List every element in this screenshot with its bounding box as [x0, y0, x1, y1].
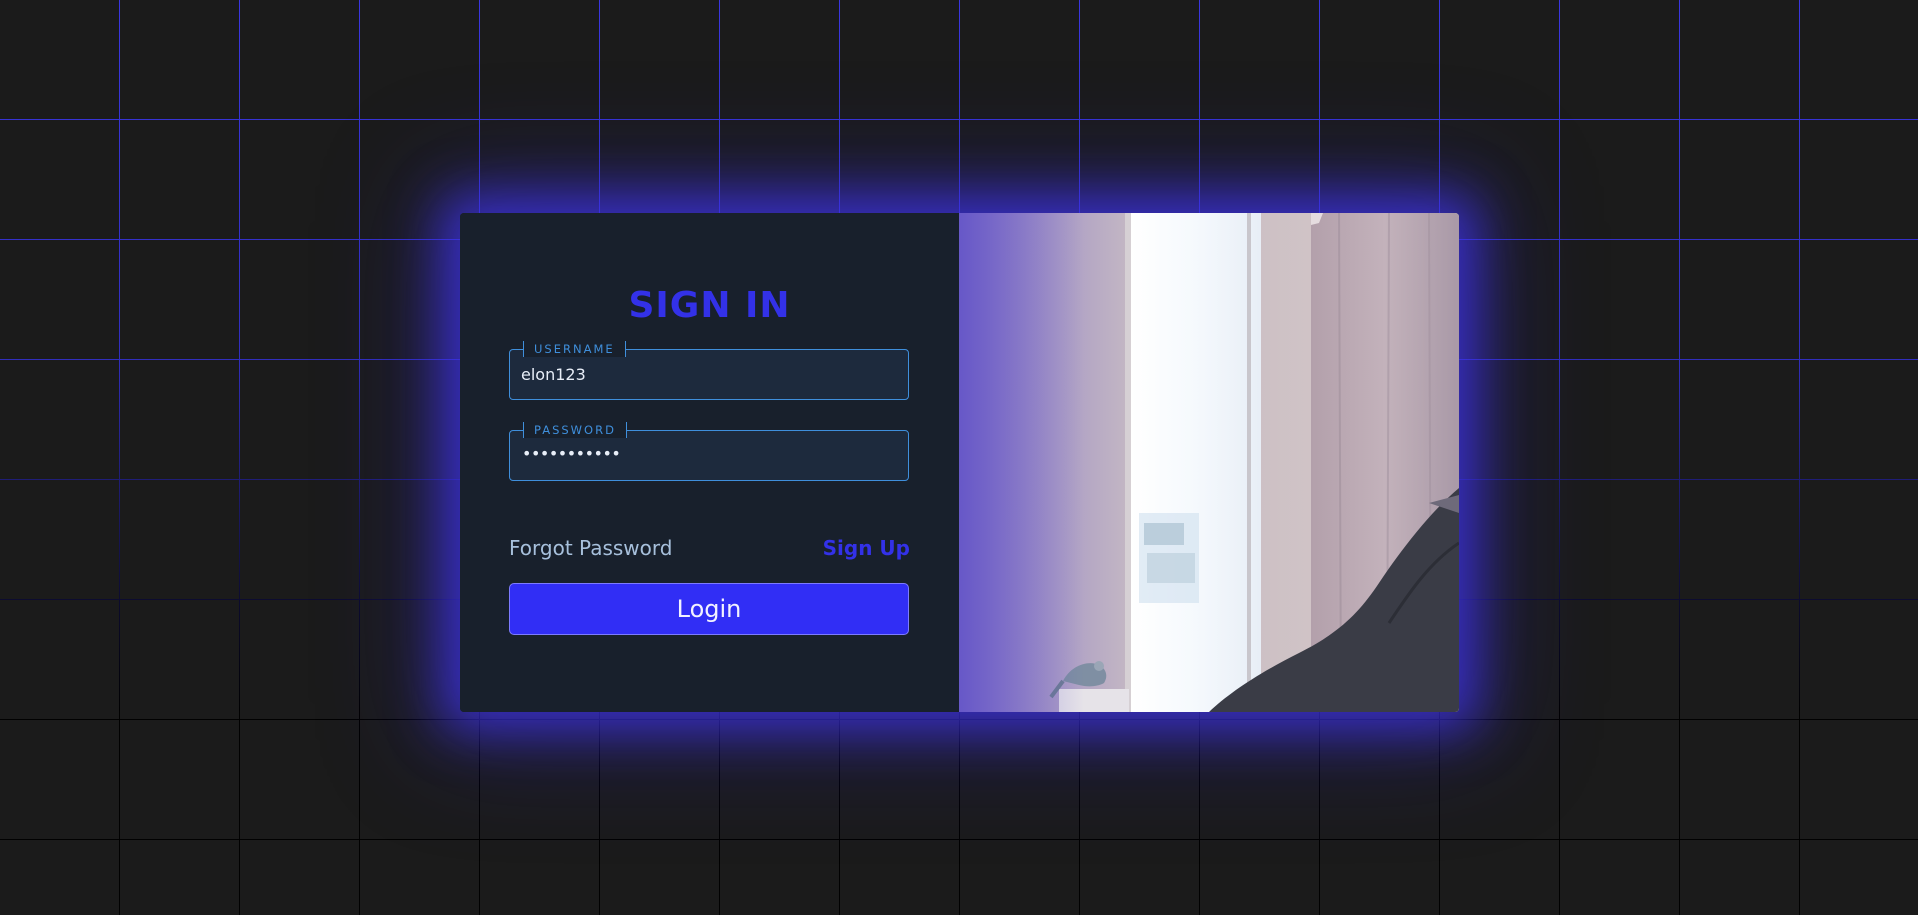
login-button[interactable]: Login — [509, 583, 909, 635]
page: SIGN IN USERNAME ••••••••••• PASSWORD Fo… — [0, 0, 1918, 915]
login-form-panel: SIGN IN USERNAME ••••••••••• PASSWORD Fo… — [460, 213, 959, 712]
camera-photo-image — [959, 213, 1459, 712]
auth-links: Forgot Password Sign Up — [509, 533, 910, 563]
password-label: PASSWORD — [523, 422, 627, 438]
username-input[interactable] — [521, 363, 891, 385]
camera-photo — [959, 213, 1459, 712]
page-title: SIGN IN — [628, 285, 791, 326]
login-card: SIGN IN USERNAME ••••••••••• PASSWORD Fo… — [460, 213, 1459, 712]
forgot-password-link[interactable]: Forgot Password — [509, 536, 672, 560]
sign-up-link[interactable]: Sign Up — [823, 536, 910, 560]
username-label: USERNAME — [523, 341, 626, 357]
password-input[interactable]: ••••••••••• — [522, 443, 621, 465]
username-field[interactable]: USERNAME — [509, 341, 910, 400]
password-field[interactable]: ••••••••••• PASSWORD — [509, 422, 910, 481]
